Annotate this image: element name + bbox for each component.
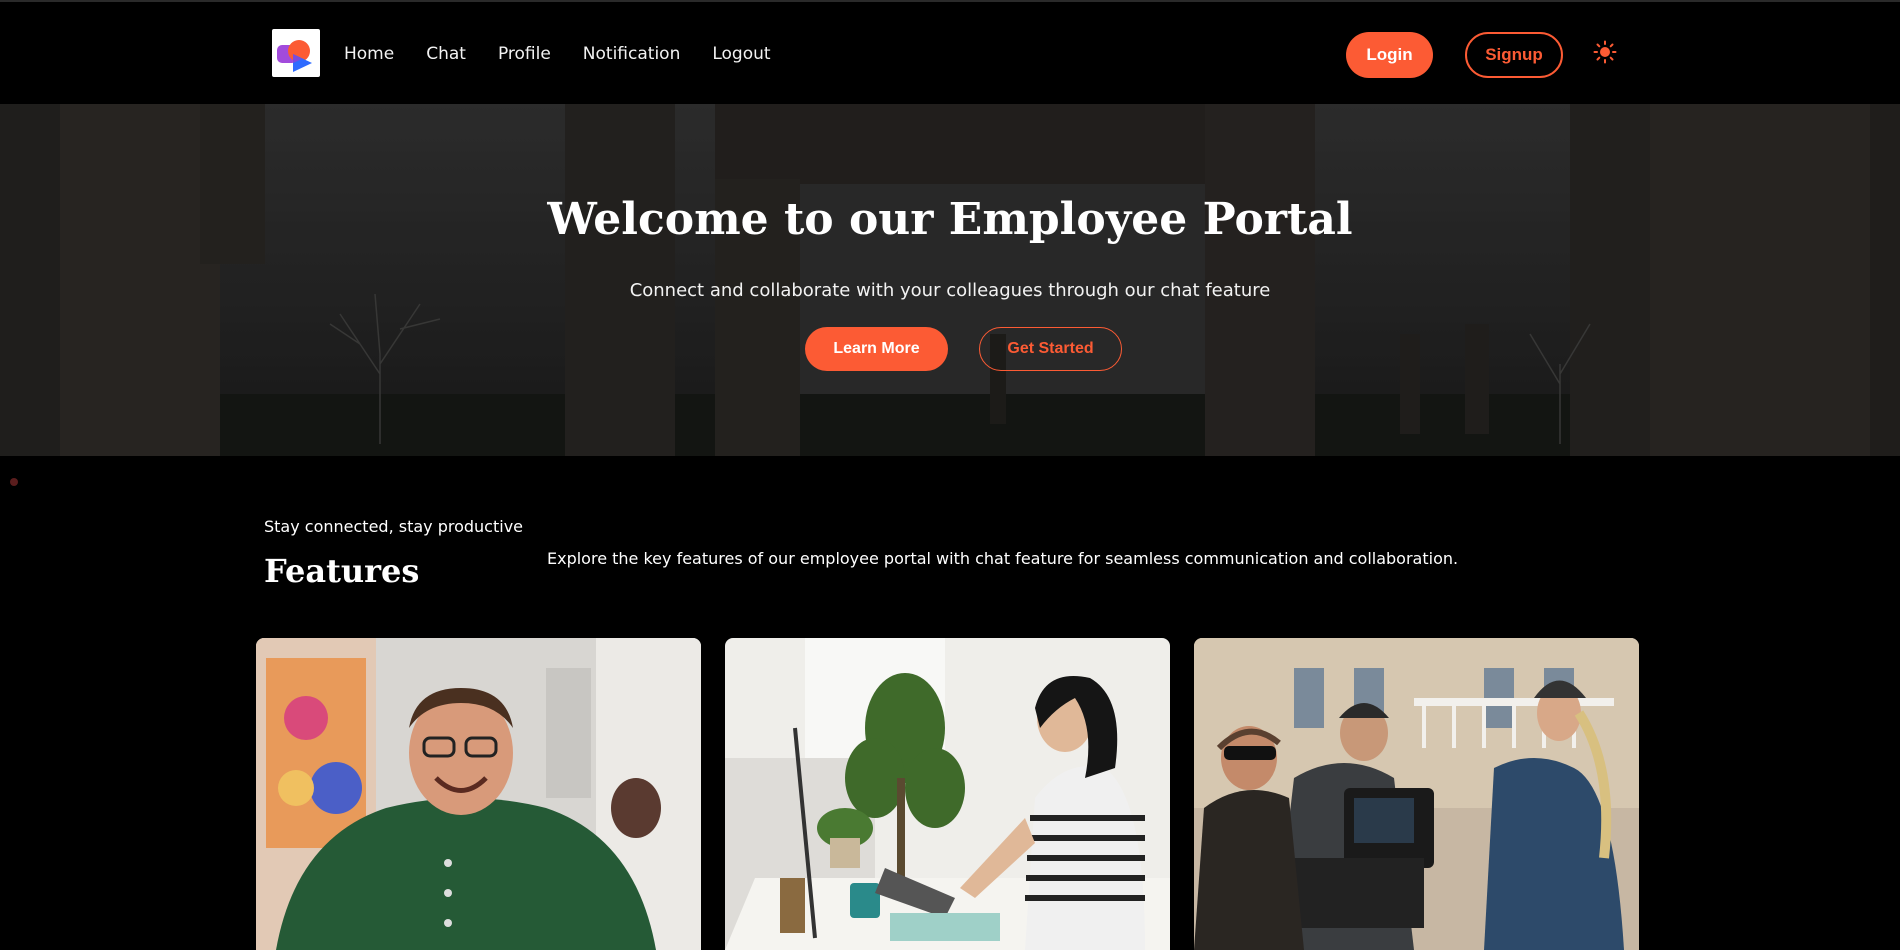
chat-bubbles-logo-icon[interactable] [272,29,320,77]
feature-card-2-image[interactable] [725,638,1170,950]
hero-section: Welcome to our Employee Portal Connect a… [0,104,1900,456]
features-description: Explore the key features of our employee… [547,549,1459,568]
navbar: Home Chat Profile Notification Logout Lo… [0,2,1900,104]
features-tagline: Stay connected, stay productive [264,517,524,536]
nav-links: Home Chat Profile Notification Logout [344,42,803,66]
hero-subtitle: Connect and collaborate with your collea… [629,280,1271,301]
signup-button[interactable]: Signup [1465,32,1563,78]
nav-logout-link[interactable]: Logout [712,42,770,66]
hero-title: Welcome to our Employee Portal [547,194,1353,245]
sun-icon[interactable] [1593,40,1617,64]
nav-chat-link[interactable]: Chat [426,42,466,66]
nav-profile-link[interactable]: Profile [498,42,551,66]
learn-more-button[interactable]: Learn More [805,327,948,371]
feature-card-3-image[interactable] [1194,638,1639,950]
carousel-dot[interactable] [10,478,18,486]
nav-home-link[interactable]: Home [344,42,394,66]
nav-notification-link[interactable]: Notification [583,42,681,66]
login-button[interactable]: Login [1346,32,1433,78]
get-started-button[interactable]: Get Started [979,327,1122,371]
feature-card-1-image[interactable] [256,638,701,950]
features-title: Features [264,552,420,590]
